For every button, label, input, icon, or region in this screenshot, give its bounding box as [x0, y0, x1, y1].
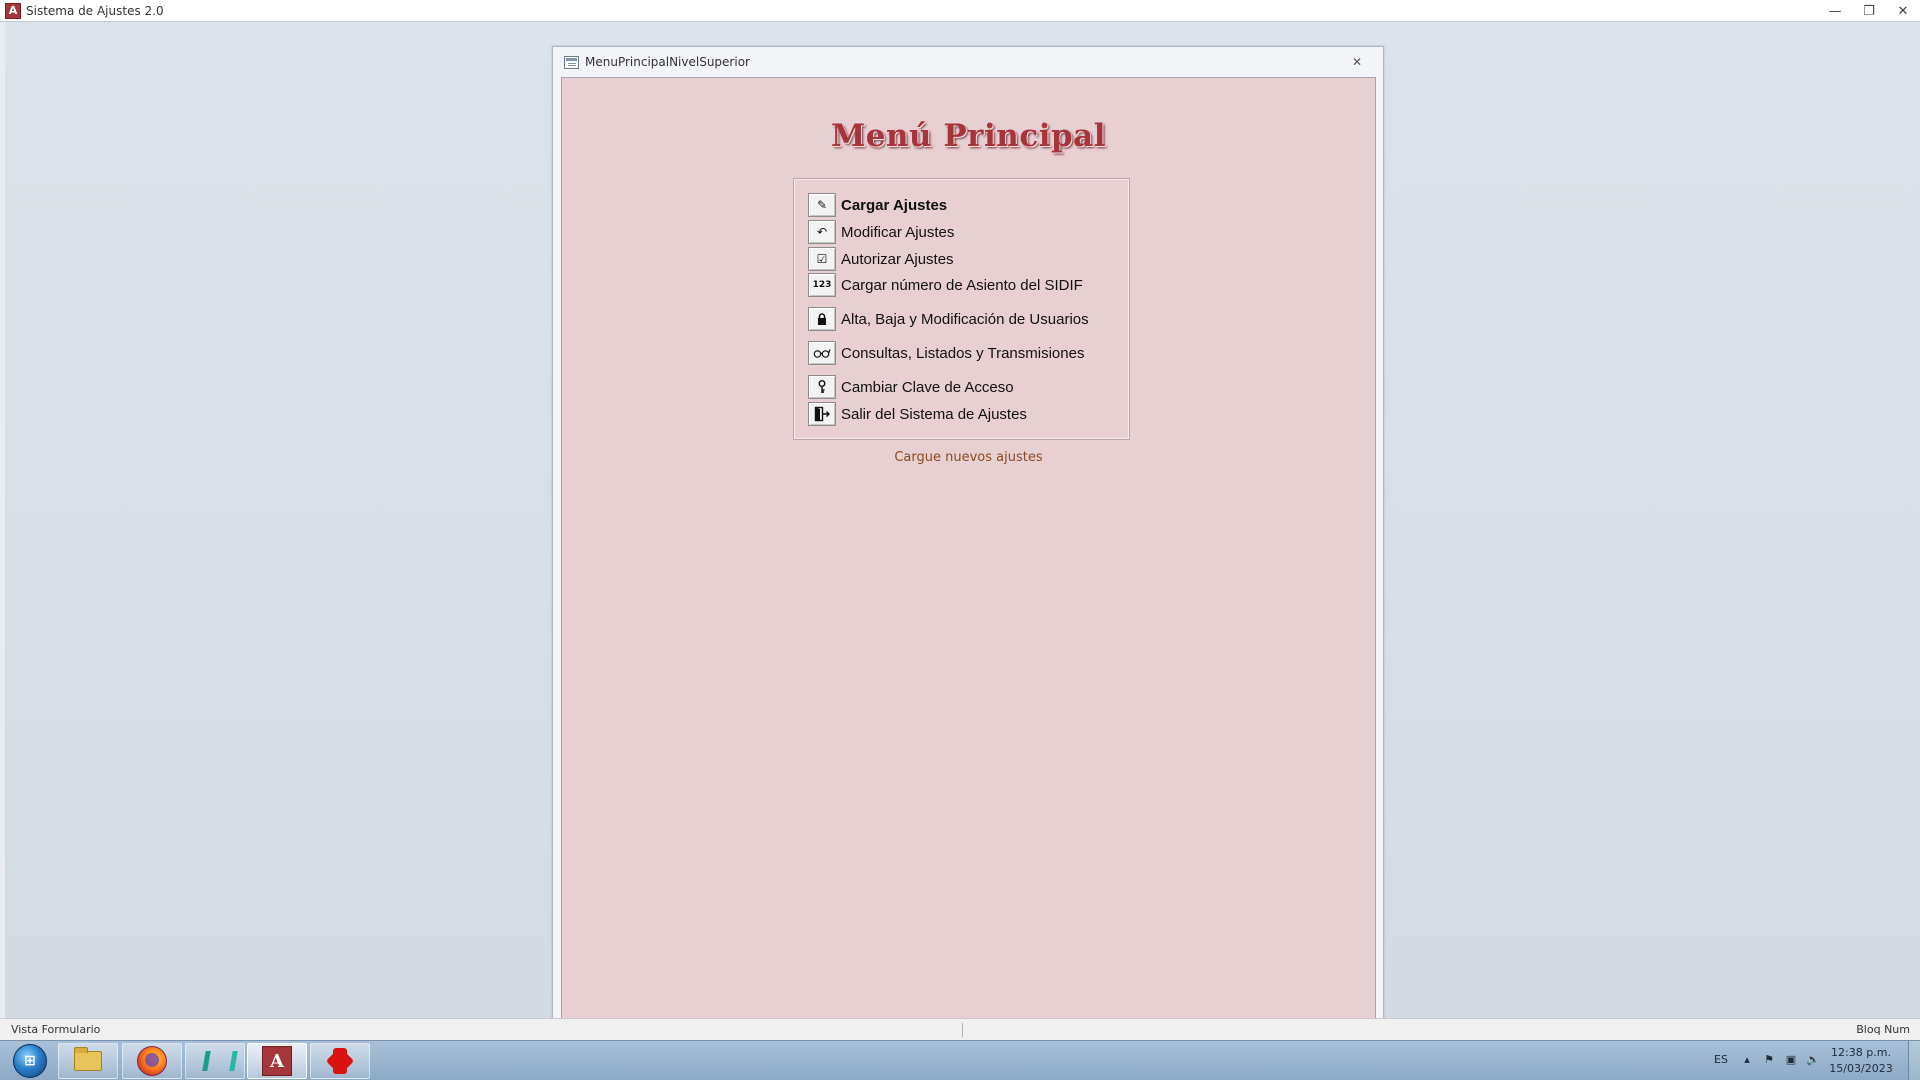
menu-item-label: Cargar número de Asiento del SIDIF [841, 276, 1083, 294]
menu-item-label: Cargar Ajustes [841, 196, 948, 214]
menu-item-label: Salir del Sistema de Ajustes [841, 405, 1027, 423]
form-close-button[interactable]: ✕ [1349, 54, 1365, 70]
edit-form-icon[interactable]: ✎ [808, 193, 836, 217]
restore-button[interactable]: ❐ [1852, 0, 1886, 22]
show-desktop-button[interactable] [1908, 1041, 1920, 1080]
start-button[interactable]: ⊞ [6, 1043, 54, 1079]
restore-icon: ❐ [1863, 3, 1875, 19]
taskbar: ⊞ A ES ▴ ⚑ ▣ 🔈 12:38 p.m. 15/03/2023 [0, 1040, 1920, 1080]
file-explorer-icon [74, 1047, 102, 1071]
menu-item-cargar-asiento-sidif[interactable]: 123 Cargar número de Asiento del SIDIF [808, 273, 1083, 297]
status-separator [962, 1023, 963, 1037]
lock-icon [818, 313, 826, 325]
key-icon [818, 380, 826, 393]
undo-edit-icon[interactable]: ↶ [808, 220, 836, 244]
form-titlebar[interactable]: MenuPrincipalNivelSuperior ✕ [553, 47, 1383, 77]
numbers-icon[interactable]: 123 [808, 273, 836, 297]
status-numlock: Bloq Num [1856, 1023, 1910, 1036]
close-icon: ✕ [1351, 55, 1363, 69]
access-icon[interactable]: A [5, 2, 21, 19]
lock-icon[interactable] [808, 307, 836, 331]
menu-item-label: Alta, Baja y Modificación de Usuarios [841, 310, 1089, 328]
app-titlebar: A Sistema de Ajustes 2.0 — ❐ ✕ [0, 0, 1920, 22]
window-controls: — ❐ ✕ [1818, 0, 1920, 22]
minimize-button[interactable]: — [1818, 0, 1852, 22]
taskbar-access[interactable]: A [247, 1043, 307, 1079]
show-hidden-icons-icon[interactable]: ▴ [1740, 1051, 1754, 1067]
taskbar-firefox[interactable] [122, 1043, 182, 1079]
exit-door-icon[interactable] [808, 402, 836, 426]
key-icon[interactable] [808, 375, 836, 399]
mdi-client-area: MenuPrincipalNivelSuperior ✕ Menú Princi… [0, 22, 1920, 1038]
glasses-icon[interactable] [808, 341, 836, 365]
menu-item-cambiar-clave[interactable]: Cambiar Clave de Acceso [808, 375, 1014, 399]
tray-icons: ▴ ⚑ ▣ 🔈 [1740, 1051, 1820, 1067]
form-icon [564, 55, 579, 69]
form-title: MenuPrincipalNivelSuperior [585, 55, 750, 69]
exit-door-icon [814, 406, 830, 422]
menu-item-label: Cambiar Clave de Acceso [841, 378, 1014, 396]
menu-item-autorizar-ajustes[interactable]: ☑ Autorizar Ajustes [808, 247, 954, 271]
menu-item-label: Modificar Ajustes [841, 223, 955, 241]
menu-box: ✎ Cargar Ajustes ↶ Modificar Ajustes ☑ A… [793, 178, 1130, 440]
menu-hint: Cargue nuevos ajustes [894, 450, 1043, 465]
minimize-icon: — [1828, 3, 1842, 19]
menu-item-cargar-ajustes[interactable]: ✎ Cargar Ajustes [808, 193, 947, 217]
form-window: MenuPrincipalNivelSuperior ✕ Menú Princi… [552, 46, 1384, 1038]
visual-studio-icon [200, 1046, 230, 1076]
checkbox-icon[interactable]: ☑ [808, 247, 836, 271]
action-center-flag-icon[interactable]: ⚑ [1762, 1051, 1776, 1067]
close-button[interactable]: ✕ [1886, 0, 1920, 22]
menu-item-consultas[interactable]: Consultas, Listados y Transmisiones [808, 341, 1084, 365]
network-icon[interactable]: ▣ [1784, 1051, 1798, 1067]
red-splat-icon [325, 1046, 355, 1076]
glasses-icon [813, 349, 831, 358]
taskbar-file-explorer[interactable] [58, 1043, 118, 1079]
access-icon: A [262, 1046, 292, 1076]
menu-item-usuarios[interactable]: Alta, Baja y Modificación de Usuarios [808, 307, 1089, 331]
statusbar: Vista Formulario Bloq Num [0, 1018, 1920, 1040]
clock-date: 15/03/2023 [1829, 1062, 1893, 1075]
language-indicator[interactable]: ES [1714, 1053, 1728, 1066]
menu-item-modificar-ajustes[interactable]: ↶ Modificar Ajustes [808, 220, 954, 244]
taskbar-visual-studio[interactable] [185, 1043, 245, 1079]
menu-item-label: Autorizar Ajustes [841, 250, 954, 268]
taskbar-red-app[interactable] [310, 1043, 370, 1079]
status-view-mode: Vista Formulario [11, 1023, 101, 1036]
clock[interactable]: 12:38 p.m. 15/03/2023 [1826, 1045, 1896, 1077]
clock-time: 12:38 p.m. [1831, 1046, 1891, 1059]
close-icon: ✕ [1897, 3, 1909, 19]
windows-logo-icon: ⊞ [13, 1044, 47, 1078]
firefox-icon [137, 1046, 167, 1076]
volume-icon[interactable]: 🔈 [1806, 1051, 1820, 1067]
app-title: Sistema de Ajustes 2.0 [26, 3, 164, 18]
menu-item-salir[interactable]: Salir del Sistema de Ajustes [808, 402, 1027, 426]
menu-heading: Menú Principal [830, 118, 1107, 154]
form-body: Menú Principal ✎ Cargar Ajustes ↶ Modifi… [561, 77, 1376, 1029]
menu-item-label: Consultas, Listados y Transmisiones [841, 344, 1085, 362]
